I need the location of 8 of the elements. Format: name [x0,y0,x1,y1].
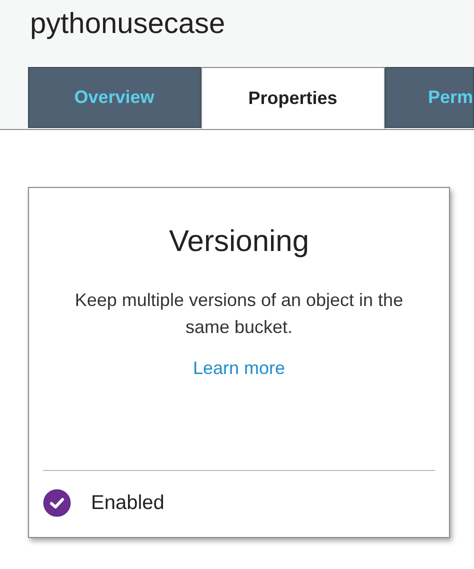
tab[interactable]: Overview [28,67,200,128]
card-title: Versioning [168,225,310,259]
learn-more-link[interactable]: Learn more [192,358,286,379]
card-description: Keep multiple versions of an object in the same bucket. [74,289,404,339]
tab[interactable]: Perm [384,67,474,128]
status-label: Enabled [91,492,164,514]
tab[interactable]: Properties [200,67,385,129]
bucket-title: pythonusecase [30,7,226,42]
